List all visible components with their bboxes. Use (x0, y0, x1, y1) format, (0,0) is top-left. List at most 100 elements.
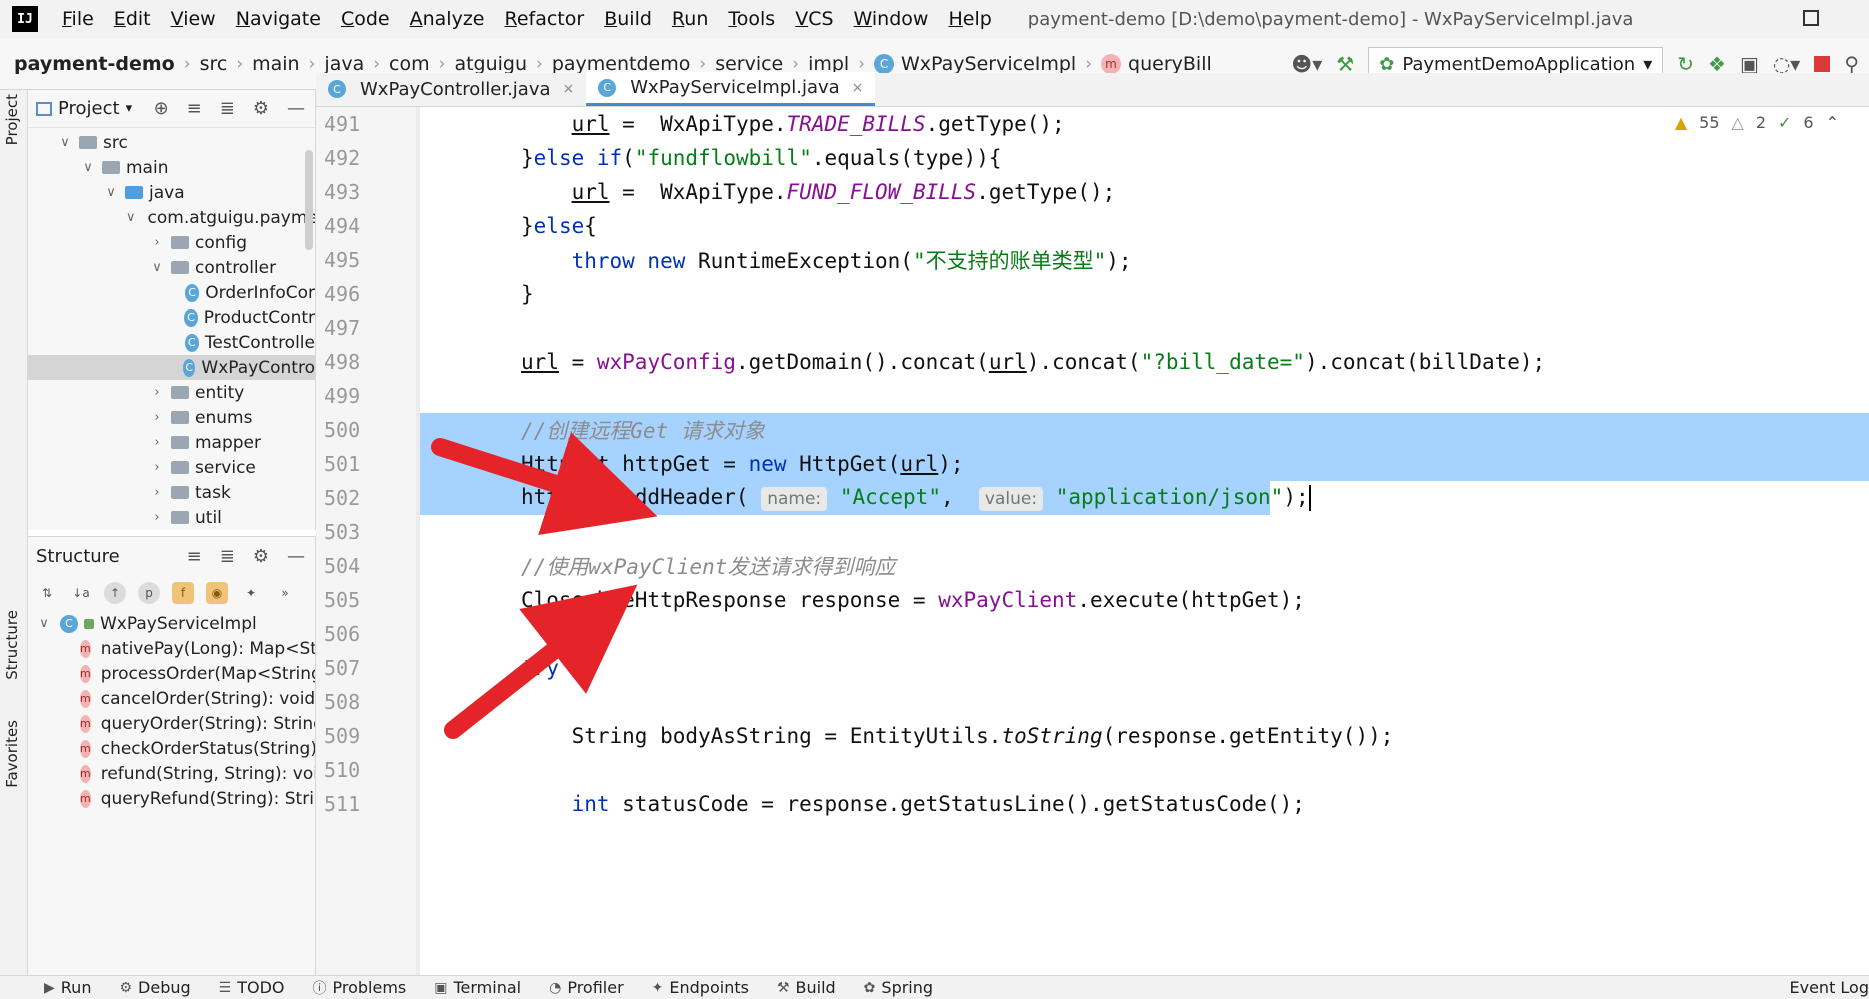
menu-refactor[interactable]: Refactor (494, 8, 594, 30)
chevron-down-icon[interactable]: ∨ (80, 160, 96, 175)
tree-item[interactable]: C ProductContr (28, 305, 315, 330)
sort-alpha-icon[interactable]: ↓a (70, 582, 92, 604)
menu-tools[interactable]: Tools (718, 8, 785, 30)
hide-icon[interactable]: — (287, 546, 305, 567)
tree-item[interactable]: › mapper (28, 430, 315, 455)
chevron-up-icon[interactable]: ⌃ (1826, 113, 1839, 132)
editor-tab[interactable]: C WxPayServiceImpl.java × (586, 72, 876, 106)
menu-vcs[interactable]: VCS (785, 8, 843, 30)
show-lambdas-icon[interactable]: ✦ (240, 582, 262, 604)
show-non-public-icon[interactable]: ◉ (206, 582, 228, 604)
close-icon[interactable]: × (852, 80, 864, 96)
structure-method-item[interactable]: m queryOrder(String): String (28, 711, 315, 736)
chevron-down-icon[interactable]: ∨ (57, 135, 73, 150)
tool-window-build[interactable]: ⚒ Build (777, 978, 836, 997)
tool-window-spring[interactable]: ✿ Spring (864, 978, 933, 997)
menu-analyze[interactable]: Analyze (400, 8, 495, 30)
breadcrumb-item[interactable]: payment-demo (14, 53, 175, 75)
stop-icon[interactable] (1814, 56, 1831, 72)
tool-window-todo[interactable]: ☰ TODO (219, 978, 285, 997)
code-line[interactable]: 510 (316, 753, 1869, 787)
tree-item[interactable]: ∨ main (28, 155, 315, 180)
event-log-button[interactable]: Event Log (1790, 978, 1869, 997)
menu-view[interactable]: View (161, 8, 226, 30)
restore-window-icon[interactable] (1803, 10, 1819, 26)
code-line[interactable]: 507 try { (316, 651, 1869, 685)
code-line[interactable]: 506 (316, 617, 1869, 651)
sort-visibility-icon[interactable]: ⇅ (36, 582, 58, 604)
structure-root[interactable]: ∨ C WxPayServiceImpl (28, 611, 315, 636)
chevron-down-icon[interactable]: ∨ (149, 260, 165, 275)
inspection-widget[interactable]: ▲ 55 △ 2 ✓ 6 ⌃ (1675, 113, 1839, 132)
structure-method-item[interactable]: m refund(String, String): void (28, 761, 315, 786)
menu-navigate[interactable]: Navigate (226, 8, 331, 30)
tree-item[interactable]: › config (28, 230, 315, 255)
menu-run[interactable]: Run (662, 8, 718, 30)
code-editor[interactable]: 491 url = WxApiType.TRADE_BILLS.getType(… (316, 107, 1869, 975)
code-line[interactable]: 509 String bodyAsString = EntityUtils.to… (316, 719, 1869, 753)
chevron-down-icon[interactable]: ∨ (126, 210, 136, 225)
locate-icon[interactable]: ⊕ (154, 98, 169, 119)
menu-file[interactable]: File (52, 8, 104, 30)
gear-icon[interactable]: ⚙ (253, 98, 269, 119)
code-line[interactable]: 504 //使用wxPayClient发送请求得到响应 (316, 549, 1869, 583)
structure-method-item[interactable]: m queryRefund(String): Strin (28, 786, 315, 811)
tool-window-run[interactable]: ▶ Run (44, 978, 91, 997)
hide-icon[interactable]: — (287, 98, 305, 119)
menu-window[interactable]: Window (844, 8, 939, 30)
tool-window-problems[interactable]: ⓘ Problems (313, 978, 407, 998)
code-line[interactable]: 497 (316, 311, 1869, 345)
chevron-right-icon[interactable]: › (149, 435, 165, 450)
tree-item[interactable]: › util (28, 505, 315, 530)
tree-item[interactable]: ∨ java (28, 180, 315, 205)
code-line[interactable]: 503 (316, 515, 1869, 549)
chevron-right-icon[interactable]: › (149, 410, 165, 425)
chevron-right-icon[interactable]: › (149, 460, 165, 475)
code-line[interactable]: 494}else{ (316, 209, 1869, 243)
tree-item[interactable]: ∨ src (28, 130, 315, 155)
more-icon[interactable]: » (274, 582, 296, 604)
tree-item[interactable]: ∨ com.atguigu.payme (28, 205, 315, 230)
chevron-right-icon[interactable]: › (149, 235, 165, 250)
menu-build[interactable]: Build (594, 8, 662, 30)
gear-icon[interactable]: ⚙ (253, 546, 269, 567)
chevron-right-icon[interactable]: › (149, 385, 165, 400)
tree-item[interactable]: C OrderInfoCor (28, 280, 315, 305)
breadcrumb-item[interactable]: C WxPayServiceImpl (874, 53, 1076, 75)
breadcrumb-item[interactable]: main (252, 53, 299, 75)
tree-item[interactable]: › task (28, 480, 315, 505)
breadcrumb-item[interactable]: m queryBill (1101, 53, 1212, 75)
breadcrumb-item[interactable]: src (200, 53, 228, 75)
code-line[interactable]: 501 HttpGet httpGet = new HttpGet(url); (316, 447, 1869, 481)
project-scrollbar[interactable] (305, 150, 313, 250)
project-view-selector[interactable]: Project ▾ (36, 98, 132, 119)
tool-window-terminal[interactable]: ▣ Terminal (434, 978, 521, 997)
tree-item[interactable]: › enums (28, 405, 315, 430)
code-line[interactable]: 495 throw new RuntimeException("不支持的账单类型… (316, 243, 1869, 277)
chevron-down-icon[interactable]: ∨ (103, 185, 119, 200)
code-line[interactable]: 493 url = WxApiType.FUND_FLOW_BILLS.getT… (316, 175, 1869, 209)
close-icon[interactable]: × (563, 81, 575, 97)
editor-tab[interactable]: C WxPayController.java × (316, 72, 586, 106)
structure-method-item[interactable]: m checkOrderStatus(String): (28, 736, 315, 761)
chevron-right-icon[interactable]: › (149, 510, 165, 525)
tool-window-debug[interactable]: ⚙ Debug (119, 978, 190, 997)
expand-all-icon[interactable]: ≡ (187, 98, 202, 119)
structure-method-item[interactable]: m nativePay(Long): Map<Str (28, 636, 315, 661)
code-line[interactable]: 499 (316, 379, 1869, 413)
show-properties-icon[interactable]: p (138, 582, 160, 604)
tree-item[interactable]: › service (28, 455, 315, 480)
code-line[interactable]: 511 int statusCode = response.getStatusL… (316, 787, 1869, 821)
collapse-all-icon[interactable]: ≣ (220, 546, 235, 567)
tree-item[interactable]: C WxPayContro (28, 355, 315, 380)
tree-item[interactable]: › entity (28, 380, 315, 405)
expand-all-icon[interactable]: ≡ (187, 546, 202, 567)
code-line[interactable]: 502 httpGet.addHeader( name: "Accept", va… (316, 481, 1869, 515)
code-line[interactable]: 498 url = wxPayConfig.getDomain().concat(… (316, 345, 1869, 379)
menu-code[interactable]: Code (331, 8, 400, 30)
favorites-tool-button[interactable]: Favorites (3, 720, 21, 788)
project-tool-button[interactable]: Project (3, 94, 21, 145)
chevron-down-icon[interactable]: ∨ (36, 616, 52, 631)
code-line[interactable]: 508 (316, 685, 1869, 719)
menu-help[interactable]: Help (938, 8, 1001, 30)
